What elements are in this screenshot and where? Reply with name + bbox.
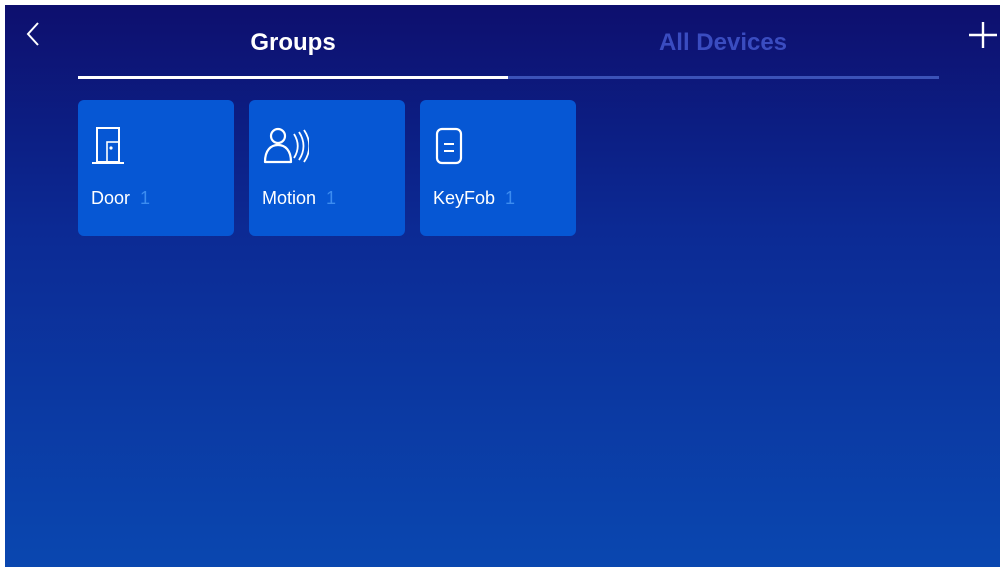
add-button[interactable] xyxy=(966,19,1000,51)
groups-screen: Groups All Devices Door 1 Motion 1 KeyFo… xyxy=(5,5,1000,567)
group-card-door[interactable]: Door 1 xyxy=(78,100,234,236)
tab-active-indicator xyxy=(78,76,508,79)
group-name: Motion xyxy=(262,188,317,208)
group-card-keyfob[interactable]: KeyFob 1 xyxy=(420,100,576,236)
group-name: KeyFob xyxy=(433,188,496,208)
group-label: KeyFob 1 xyxy=(433,188,515,209)
plus-icon xyxy=(969,22,997,48)
tab-bar: Groups All Devices xyxy=(78,5,939,83)
group-name: Door xyxy=(91,188,131,208)
group-count: 1 xyxy=(326,188,337,208)
door-icon xyxy=(92,127,124,164)
tab-all-devices[interactable]: All Devices xyxy=(508,29,938,57)
keyfob-icon xyxy=(435,127,463,165)
motion-sensor-icon xyxy=(263,127,309,164)
chevron-left-icon xyxy=(26,22,39,46)
group-label: Door 1 xyxy=(91,188,150,209)
group-count: 1 xyxy=(140,188,151,208)
back-button[interactable] xyxy=(19,19,49,49)
tab-groups[interactable]: Groups xyxy=(78,29,508,57)
group-label: Motion 1 xyxy=(262,188,336,209)
group-card-motion[interactable]: Motion 1 xyxy=(249,100,405,236)
group-count: 1 xyxy=(505,188,516,208)
